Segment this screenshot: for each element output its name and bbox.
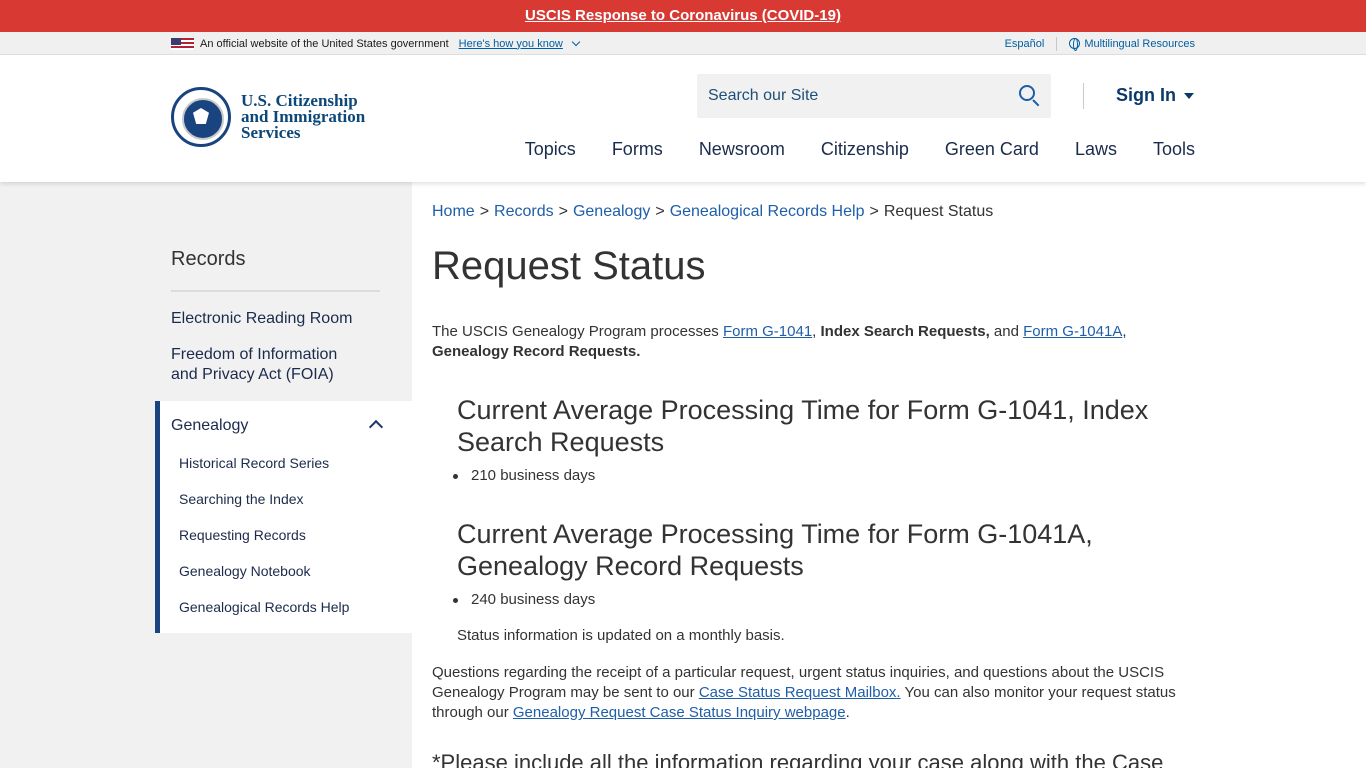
- site-header: U.S. Citizenship and Immigration Service…: [0, 55, 1366, 182]
- sidebar: Records Electronic Reading Room Freedom …: [0, 182, 412, 768]
- breadcrumb-separator: >: [869, 203, 879, 220]
- logo-text: U.S. Citizenship and Immigration Service…: [241, 92, 365, 142]
- breadcrumb-home[interactable]: Home: [432, 203, 475, 220]
- breadcrumb-genealogical-records-help[interactable]: Genealogical Records Help: [670, 203, 865, 220]
- intro-comma-2: ,: [1122, 323, 1127, 340]
- intro-bold-2: Genealogy Record Requests.: [432, 343, 641, 360]
- case-status-inquiry-link[interactable]: Genealogy Request Case Status Inquiry we…: [513, 704, 846, 721]
- nav-laws[interactable]: Laws: [1075, 139, 1117, 160]
- nav-green-card[interactable]: Green Card: [945, 139, 1039, 160]
- nav-citizenship[interactable]: Citizenship: [821, 139, 909, 160]
- sidebar-group-genealogy: Genealogy Historical Record Series Searc…: [155, 401, 412, 633]
- us-flag-icon: [171, 37, 194, 50]
- search-box: [697, 74, 1051, 118]
- intro-bold-1: Index Search Requests,: [820, 323, 990, 340]
- official-text: An official website of the United States…: [200, 37, 449, 50]
- nav-tools[interactable]: Tools: [1153, 139, 1195, 160]
- breadcrumb-current: Request Status: [883, 203, 994, 220]
- sidebar-item-electronic-reading-room[interactable]: Electronic Reading Room: [171, 309, 352, 329]
- globe-icon: [1069, 38, 1081, 51]
- sidebar-subitem-genealogy-notebook[interactable]: Genealogy Notebook: [179, 563, 311, 579]
- search-icon[interactable]: [1019, 85, 1041, 107]
- nav-forms[interactable]: Forms: [612, 139, 663, 160]
- case-info-note: *Please include all the information rega…: [432, 750, 1164, 768]
- section-heading-g1041: Current Average Processing Time for Form…: [457, 395, 1149, 457]
- questions-paragraph: Questions regarding the receipt of a par…: [432, 663, 1192, 723]
- header-divider: [1083, 83, 1084, 109]
- logo-line-3: Services: [241, 123, 301, 142]
- form-g1041a-link[interactable]: Form G-1041A: [1023, 323, 1122, 340]
- gov-banner-left: An official website of the United States…: [171, 32, 581, 55]
- uscis-logo[interactable]: U.S. Citizenship and Immigration Service…: [171, 87, 365, 147]
- covid-alert-bar: USCIS Response to Coronavirus (COVID-19): [0, 0, 1366, 32]
- breadcrumb-separator: >: [558, 203, 568, 220]
- intro-and: and: [989, 323, 1024, 340]
- sidebar-subitem-searching-the-index[interactable]: Searching the Index: [179, 491, 304, 507]
- bullet-g1041-time: 210 business days: [452, 467, 596, 484]
- section-heading-g1041a: Current Average Processing Time for Form…: [457, 519, 1093, 581]
- sidebar-subitem-genealogical-records-help[interactable]: Genealogical Records Help: [179, 599, 349, 615]
- caret-down-icon: [1184, 92, 1194, 99]
- multilingual-resources-link[interactable]: Multilingual Resources: [1084, 38, 1195, 50]
- breadcrumb-separator: >: [479, 203, 490, 220]
- sign-in-button[interactable]: Sign In: [1116, 85, 1194, 106]
- chevron-up-icon[interactable]: [368, 419, 384, 435]
- breadcrumb: Home > Records > Genealogy > Genealogical Reco…: [432, 203, 993, 221]
- sidebar-subitem-requesting-records[interactable]: Requesting Records: [179, 527, 306, 543]
- sidebar-subitem-historical-record-series[interactable]: Historical Record Series: [179, 455, 329, 471]
- search-input[interactable]: [697, 74, 1007, 118]
- main-nav: Topics Forms Newsroom Citizenship Green …: [489, 139, 1195, 160]
- dhs-seal-icon: [171, 87, 231, 147]
- breadcrumb-genealogy[interactable]: Genealogy: [573, 203, 650, 220]
- sidebar-divider: [171, 290, 380, 292]
- sidebar-item-foia-line-2: and Privacy Act (FOIA): [171, 366, 334, 383]
- case-status-mailbox-link[interactable]: Case Status Request Mailbox.: [699, 684, 901, 701]
- page-title: Request Status: [432, 244, 706, 288]
- status-note: Status information is updated on a month…: [457, 627, 785, 644]
- chevron-down-icon[interactable]: [571, 37, 581, 46]
- intro-comma: ,: [812, 323, 821, 340]
- divider: [1056, 36, 1058, 51]
- intro-text: The USCIS Genealogy Program processes: [432, 323, 723, 340]
- questions-text-3: .: [845, 704, 850, 721]
- nav-newsroom[interactable]: Newsroom: [699, 139, 785, 160]
- form-g1041-link[interactable]: Form G-1041: [723, 323, 812, 340]
- sidebar-item-foia[interactable]: Freedom of Information and Privacy Act (…: [171, 345, 337, 385]
- sidebar-item-genealogy[interactable]: Genealogy: [171, 417, 248, 435]
- breadcrumb-separator: >: [655, 203, 665, 220]
- heres-how-you-know-link[interactable]: Here's how you know: [459, 38, 563, 50]
- bullet-g1041a-time: 240 business days: [452, 591, 596, 608]
- sign-in-label: Sign In: [1116, 85, 1176, 105]
- sidebar-item-foia-line-1: Freedom of Information: [171, 346, 338, 363]
- gov-banner-right: Español Multilingual Resources: [1005, 32, 1195, 55]
- sidebar-title: Records: [171, 248, 246, 270]
- gov-banner: An official website of the United States…: [0, 32, 1366, 55]
- breadcrumb-records[interactable]: Records: [494, 203, 554, 220]
- nav-topics[interactable]: Topics: [525, 139, 576, 160]
- espanol-link[interactable]: Español: [1005, 38, 1045, 50]
- covid-alert-link[interactable]: USCIS Response to Coronavirus (COVID-19): [525, 7, 841, 24]
- intro-paragraph: The USCIS Genealogy Program processes Fo…: [432, 322, 1192, 362]
